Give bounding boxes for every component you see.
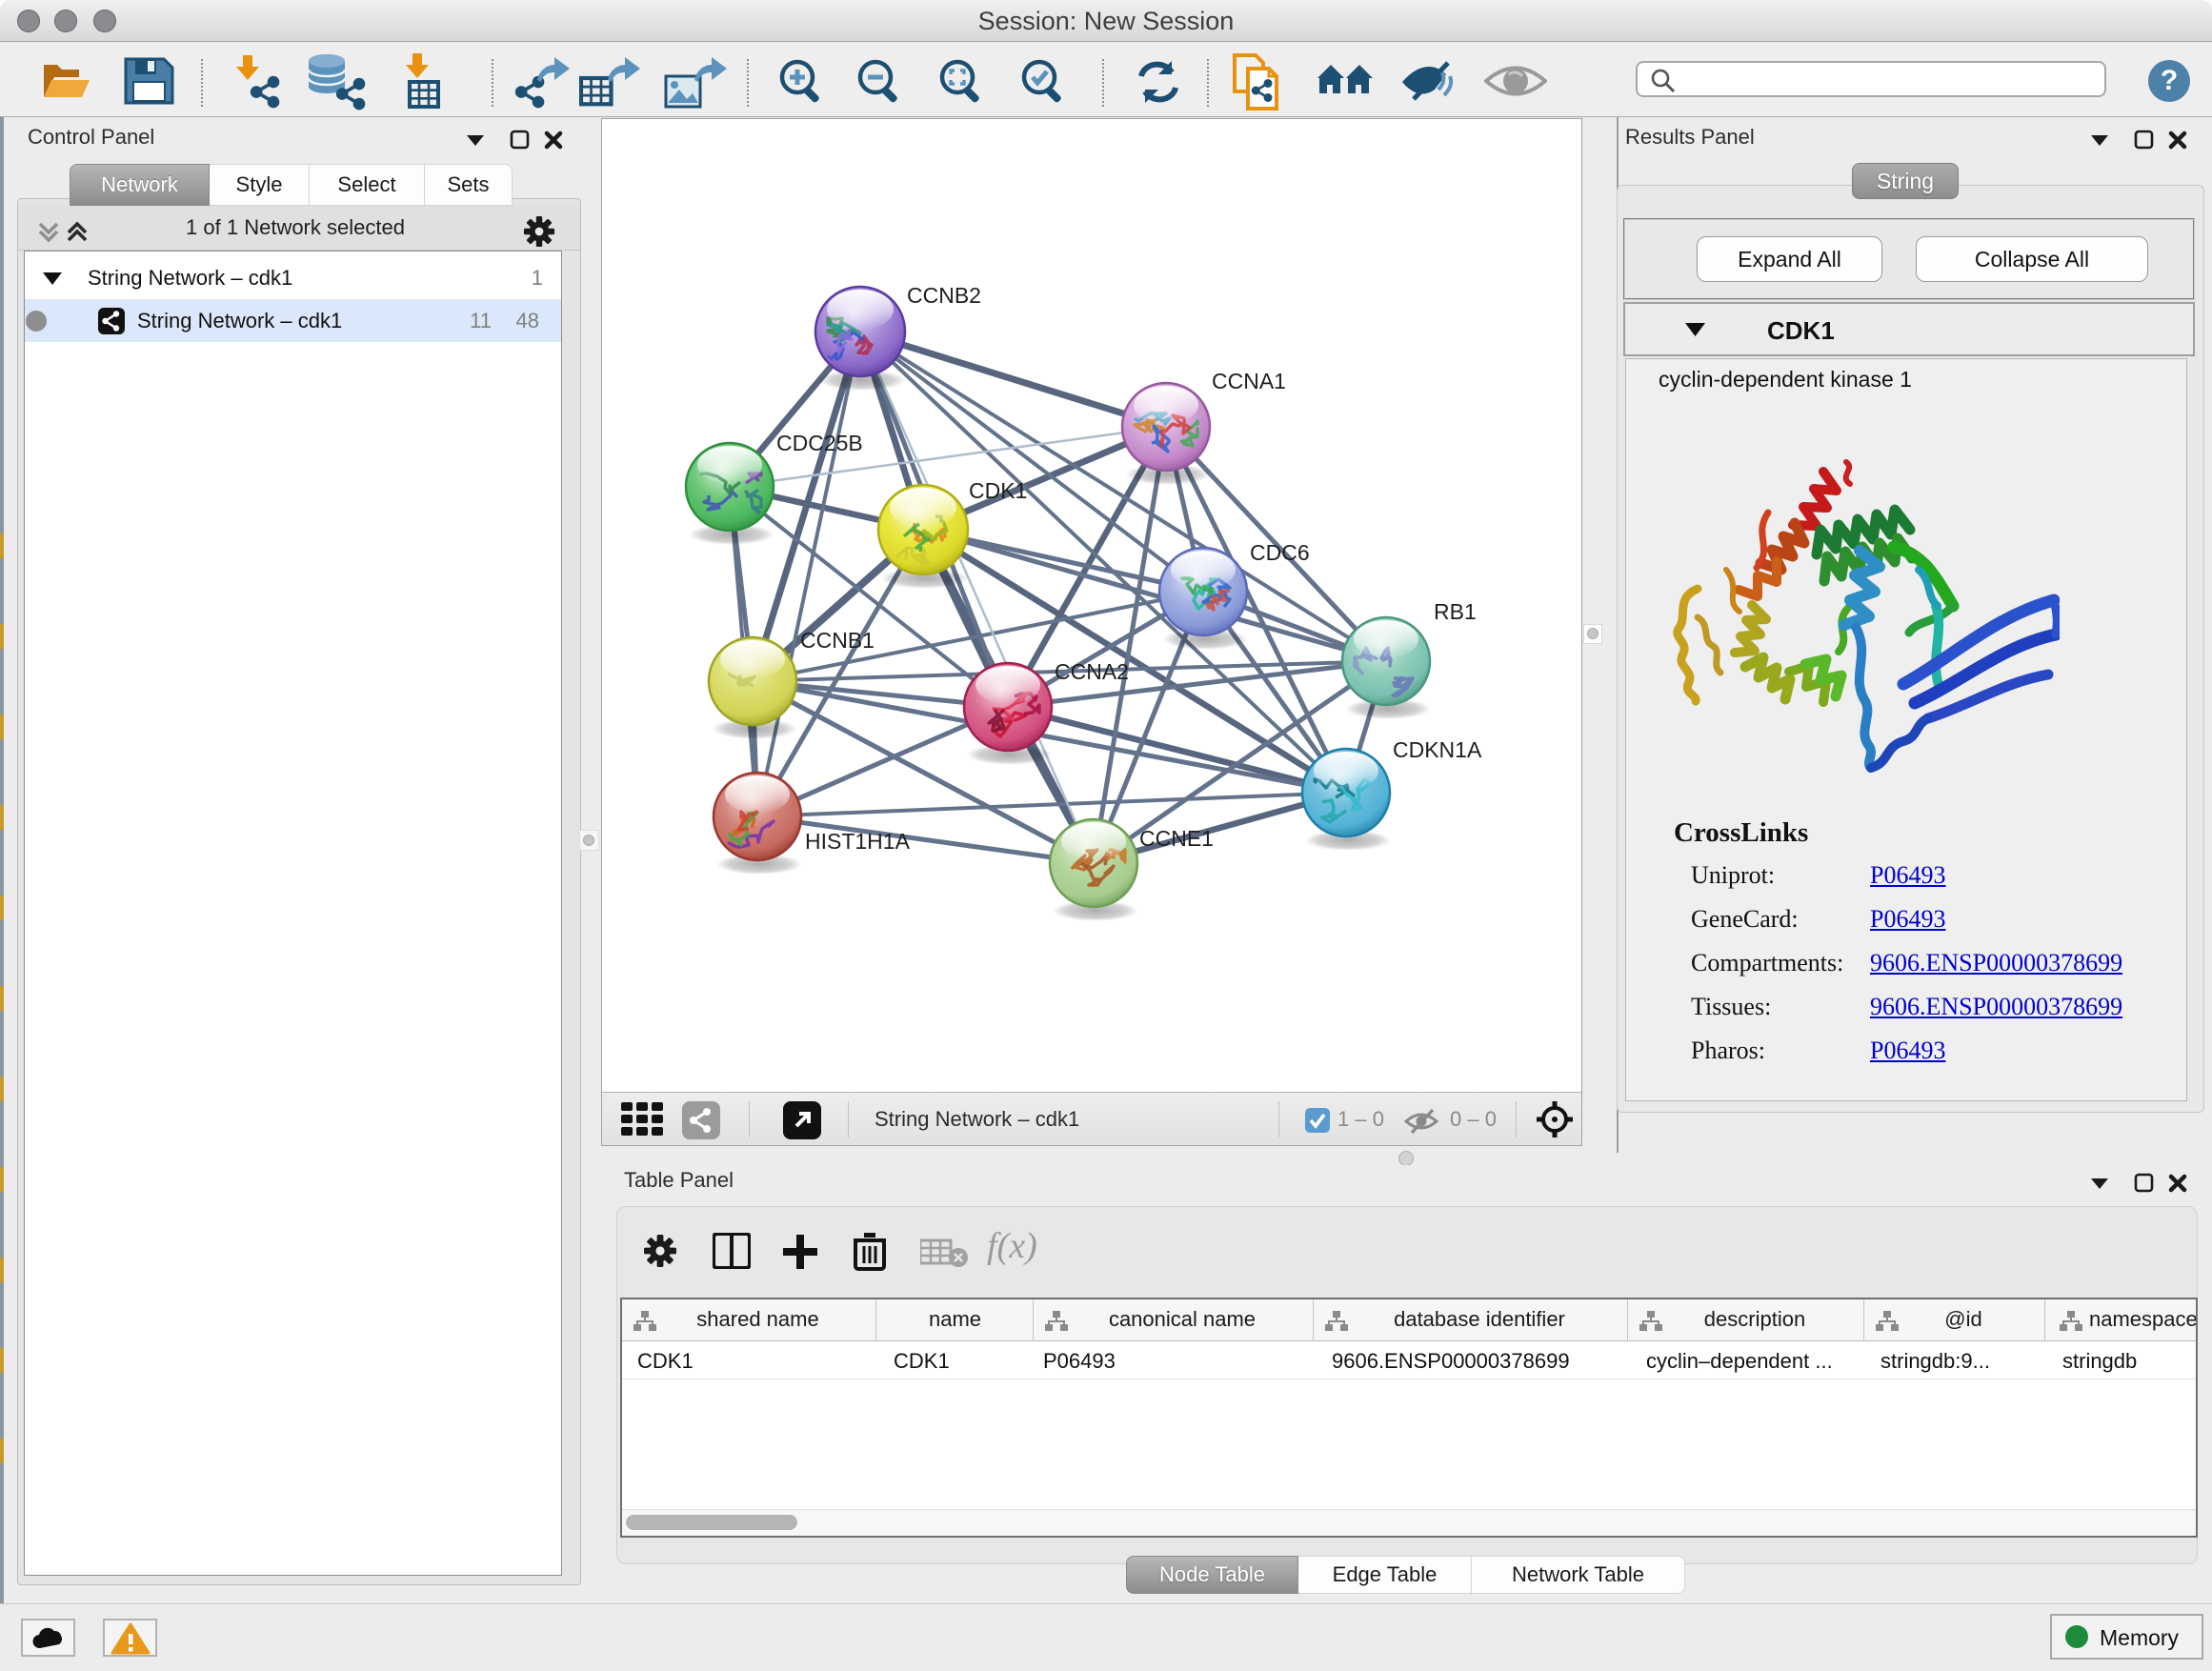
svg-text:CCNB1: CCNB1 (800, 628, 875, 653)
svg-text:CDK1: CDK1 (969, 478, 1027, 503)
svg-text:CDKN1A: CDKN1A (1393, 737, 1482, 762)
svg-text:CDC6: CDC6 (1250, 540, 1310, 565)
svg-text:CCNB2: CCNB2 (907, 283, 981, 308)
svg-text:CCNA2: CCNA2 (1055, 659, 1129, 684)
svg-text:HIST1H1A: HIST1H1A (805, 829, 911, 854)
svg-text:RB1: RB1 (1434, 599, 1477, 624)
svg-text:CCNE1: CCNE1 (1139, 826, 1214, 851)
svg-text:CDC25B: CDC25B (776, 431, 863, 455)
svg-text:CCNA1: CCNA1 (1212, 369, 1286, 393)
